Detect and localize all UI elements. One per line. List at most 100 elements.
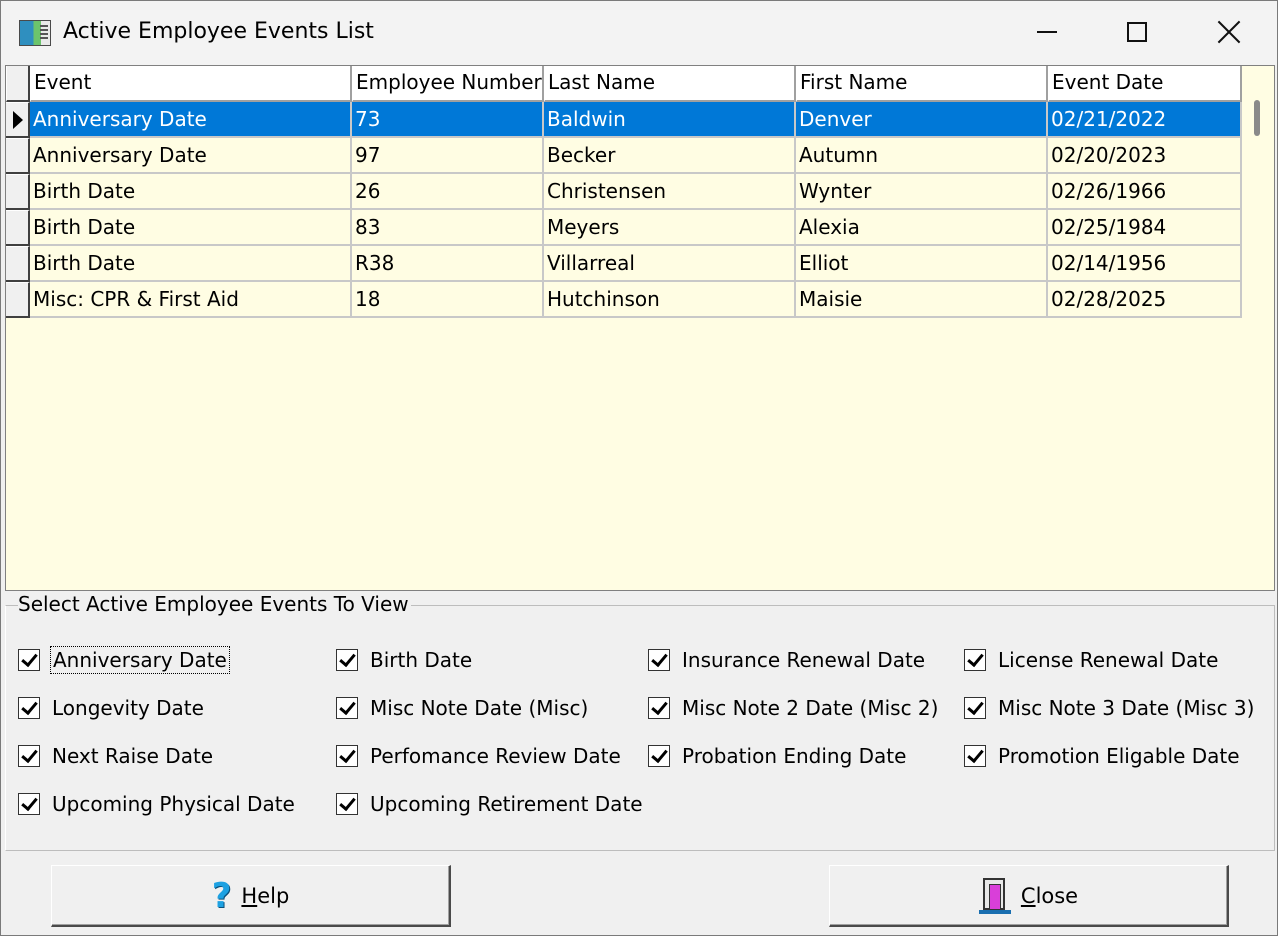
- table-row[interactable]: Birth Date 83 Meyers Alexia 02/25/1984: [6, 210, 1242, 246]
- checkbox-checked-icon[interactable]: [648, 649, 670, 671]
- cell-event-date[interactable]: 02/26/1966: [1048, 174, 1242, 210]
- cell-event-date[interactable]: 02/21/2022: [1048, 102, 1242, 138]
- close-mnemonic: C: [1020, 883, 1036, 908]
- cell-last-name[interactable]: Meyers: [544, 210, 796, 246]
- help-button[interactable]: ? Help: [51, 865, 451, 927]
- cell-first-name[interactable]: Wynter: [796, 174, 1048, 210]
- cell-last-name[interactable]: Baldwin: [544, 102, 796, 138]
- cell-event[interactable]: Misc: CPR & First Aid: [30, 282, 352, 318]
- cell-last-name[interactable]: Villarreal: [544, 246, 796, 282]
- row-indicator[interactable]: [6, 102, 30, 138]
- close-button[interactable]: Close: [829, 865, 1229, 927]
- cell-event-date[interactable]: 02/20/2023: [1048, 138, 1242, 174]
- table-row[interactable]: Anniversary Date 73 Baldwin Denver 02/21…: [6, 102, 1242, 138]
- cell-first-name[interactable]: Maisie: [796, 282, 1048, 318]
- minimize-button[interactable]: [1001, 1, 1093, 63]
- cell-employee-number[interactable]: 97: [352, 138, 544, 174]
- cell-employee-number[interactable]: 26: [352, 174, 544, 210]
- checkbox-anniversary-date[interactable]: Anniversary Date: [18, 646, 230, 674]
- checkbox-checked-icon[interactable]: [18, 649, 40, 671]
- checkbox-misc-note-2-date[interactable]: Misc Note 2 Date (Misc 2): [648, 694, 938, 722]
- current-row-arrow-icon: [13, 111, 23, 129]
- cell-employee-number[interactable]: 73: [352, 102, 544, 138]
- checkbox-label[interactable]: Anniversary Date: [50, 646, 230, 674]
- cell-first-name[interactable]: Alexia: [796, 210, 1048, 246]
- column-header-last-name[interactable]: Last Name: [544, 66, 796, 102]
- cell-last-name[interactable]: Hutchinson: [544, 282, 796, 318]
- cell-employee-number[interactable]: R38: [352, 246, 544, 282]
- cell-event-date[interactable]: 02/14/1956: [1048, 246, 1242, 282]
- row-indicator[interactable]: [6, 210, 30, 246]
- checkbox-checked-icon[interactable]: [336, 745, 358, 767]
- checkbox-label[interactable]: Misc Note 2 Date (Misc 2): [682, 696, 938, 720]
- cell-event-date[interactable]: 02/28/2025: [1048, 282, 1242, 318]
- events-grid[interactable]: Event Employee Number Last Name First Na…: [5, 65, 1275, 591]
- checkbox-birth-date[interactable]: Birth Date: [336, 646, 472, 674]
- checkbox-checked-icon[interactable]: [336, 697, 358, 719]
- column-header-event[interactable]: Event: [30, 66, 352, 102]
- checkbox-label[interactable]: Promotion Eligable Date: [998, 744, 1240, 768]
- vertical-scrollbar[interactable]: [1242, 66, 1274, 590]
- checkbox-upcoming-retirement-date[interactable]: Upcoming Retirement Date: [336, 790, 643, 818]
- checkbox-label[interactable]: Longevity Date: [52, 696, 204, 720]
- row-indicator[interactable]: [6, 282, 30, 318]
- cell-event[interactable]: Birth Date: [30, 210, 352, 246]
- checkbox-promotion-eligible-date[interactable]: Promotion Eligable Date: [964, 742, 1240, 770]
- cell-event[interactable]: Anniversary Date: [30, 102, 352, 138]
- checkbox-probation-ending-date[interactable]: Probation Ending Date: [648, 742, 906, 770]
- row-indicator[interactable]: [6, 138, 30, 174]
- checkbox-misc-note-date[interactable]: Misc Note Date (Misc): [336, 694, 588, 722]
- checkbox-upcoming-physical-date[interactable]: Upcoming Physical Date: [18, 790, 295, 818]
- cell-employee-number[interactable]: 18: [352, 282, 544, 318]
- cell-first-name[interactable]: Elliot: [796, 246, 1048, 282]
- cell-last-name[interactable]: Becker: [544, 138, 796, 174]
- checkbox-checked-icon[interactable]: [964, 697, 986, 719]
- checkbox-checked-icon[interactable]: [18, 745, 40, 767]
- checkbox-checked-icon[interactable]: [336, 793, 358, 815]
- checkbox-longevity-date[interactable]: Longevity Date: [18, 694, 204, 722]
- checkbox-label[interactable]: Probation Ending Date: [682, 744, 906, 768]
- table-row[interactable]: Birth Date R38 Villarreal Elliot 02/14/1…: [6, 246, 1242, 282]
- maximize-button[interactable]: [1091, 1, 1183, 63]
- checkbox-checked-icon[interactable]: [964, 745, 986, 767]
- checkbox-checked-icon[interactable]: [336, 649, 358, 671]
- cell-last-name[interactable]: Christensen: [544, 174, 796, 210]
- cell-first-name[interactable]: Denver: [796, 102, 1048, 138]
- cell-first-name[interactable]: Autumn: [796, 138, 1048, 174]
- cell-event[interactable]: Birth Date: [30, 174, 352, 210]
- checkbox-checked-icon[interactable]: [648, 745, 670, 767]
- checkbox-insurance-renewal-date[interactable]: Insurance Renewal Date: [648, 646, 925, 674]
- checkbox-license-renewal-date[interactable]: License Renewal Date: [964, 646, 1218, 674]
- table-row[interactable]: Anniversary Date 97 Becker Autumn 02/20/…: [6, 138, 1242, 174]
- row-indicator[interactable]: [6, 246, 30, 282]
- title-bar[interactable]: Active Employee Events List: [1, 1, 1277, 65]
- table-row[interactable]: Misc: CPR & First Aid 18 Hutchinson Mais…: [6, 282, 1242, 318]
- checkbox-checked-icon[interactable]: [18, 793, 40, 815]
- cell-event[interactable]: Anniversary Date: [30, 138, 352, 174]
- checkbox-label[interactable]: Insurance Renewal Date: [682, 648, 925, 672]
- checkbox-label[interactable]: Birth Date: [370, 648, 472, 672]
- checkbox-performance-review-date[interactable]: Perfomance Review Date: [336, 742, 621, 770]
- checkbox-label[interactable]: Upcoming Retirement Date: [370, 792, 643, 816]
- cell-employee-number[interactable]: 83: [352, 210, 544, 246]
- checkbox-checked-icon[interactable]: [648, 697, 670, 719]
- checkbox-checked-icon[interactable]: [964, 649, 986, 671]
- checkbox-label[interactable]: License Renewal Date: [998, 648, 1218, 672]
- close-window-button[interactable]: [1183, 1, 1275, 63]
- column-header-employee-number[interactable]: Employee Number: [352, 66, 544, 102]
- checkbox-checked-icon[interactable]: [18, 697, 40, 719]
- checkbox-label[interactable]: Next Raise Date: [52, 744, 213, 768]
- scrollbar-thumb[interactable]: [1254, 100, 1260, 136]
- checkbox-misc-note-3-date[interactable]: Misc Note 3 Date (Misc 3): [964, 694, 1254, 722]
- checkbox-label[interactable]: Upcoming Physical Date: [52, 792, 295, 816]
- table-row[interactable]: Birth Date 26 Christensen Wynter 02/26/1…: [6, 174, 1242, 210]
- column-header-first-name[interactable]: First Name: [796, 66, 1048, 102]
- checkbox-label[interactable]: Perfomance Review Date: [370, 744, 621, 768]
- checkbox-label[interactable]: Misc Note Date (Misc): [370, 696, 588, 720]
- checkbox-label[interactable]: Misc Note 3 Date (Misc 3): [998, 696, 1254, 720]
- column-header-event-date[interactable]: Event Date: [1048, 66, 1242, 102]
- checkbox-next-raise-date[interactable]: Next Raise Date: [18, 742, 213, 770]
- row-indicator[interactable]: [6, 174, 30, 210]
- cell-event[interactable]: Birth Date: [30, 246, 352, 282]
- cell-event-date[interactable]: 02/25/1984: [1048, 210, 1242, 246]
